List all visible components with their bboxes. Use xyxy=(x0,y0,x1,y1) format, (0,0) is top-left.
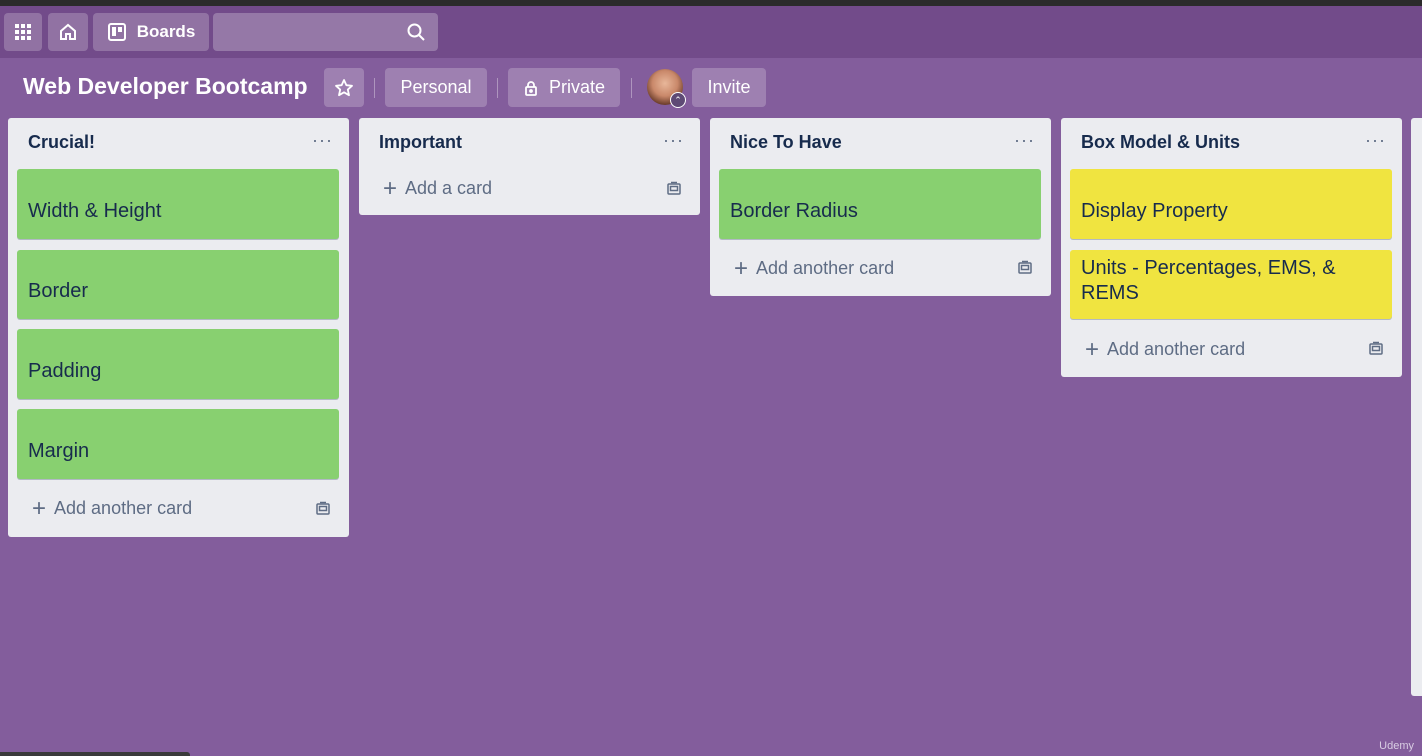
invite-button[interactable]: Invite xyxy=(692,68,766,107)
member-avatar[interactable]: ⌃ xyxy=(647,69,686,108)
add-card-label: Add another card xyxy=(1107,339,1246,359)
board-header: Web Developer Bootcamp Personal Private … xyxy=(0,58,1422,118)
top-navigation-bar: Boards xyxy=(0,6,1422,58)
card[interactable]: Units - Percentages, EMS, & REMS xyxy=(1070,250,1392,319)
card-title: Margin xyxy=(28,440,90,462)
card[interactable]: Padding xyxy=(17,329,339,399)
star-board-button[interactable] xyxy=(324,68,364,107)
invite-label: Invite xyxy=(707,77,751,97)
plus-icon: + xyxy=(734,254,749,282)
card-template-icon[interactable] xyxy=(1368,341,1384,357)
home-icon xyxy=(60,23,76,40)
list-title[interactable]: Nice To Have xyxy=(730,132,842,153)
team-visibility-label: Personal xyxy=(400,77,472,97)
add-card-button[interactable]: + Add a card xyxy=(383,174,493,202)
status-bar-strip xyxy=(0,752,190,756)
card-title: Border Radius xyxy=(730,200,858,222)
boards-button[interactable]: Boards xyxy=(93,13,209,51)
search-icon xyxy=(407,23,425,41)
privacy-button[interactable]: Private xyxy=(508,68,620,107)
list-menu-button[interactable]: ··· xyxy=(1014,130,1035,151)
plus-icon: + xyxy=(32,494,47,522)
list-title[interactable]: Crucial! xyxy=(28,132,95,153)
boards-icon xyxy=(107,23,126,41)
card-title: Width & Height xyxy=(28,200,162,222)
card-title: Display Property xyxy=(1081,200,1228,222)
header-divider xyxy=(497,78,498,98)
add-card-label: Add a card xyxy=(405,178,493,198)
card[interactable]: Border Radius xyxy=(719,169,1041,239)
apps-button[interactable] xyxy=(4,13,42,51)
card-template-icon[interactable] xyxy=(315,501,331,517)
header-divider xyxy=(631,78,632,98)
list-crucial: Crucial! ··· Width & Height Border Paddi… xyxy=(8,118,349,537)
list-title[interactable]: Important xyxy=(379,132,462,153)
list-title[interactable]: Box Model & Units xyxy=(1081,132,1240,153)
udemy-watermark: Udemy xyxy=(1379,740,1414,752)
boards-label: Boards xyxy=(136,22,196,41)
lock-icon xyxy=(525,80,537,96)
header-divider xyxy=(374,78,375,98)
star-icon xyxy=(335,78,353,96)
apps-grid-icon xyxy=(15,24,31,40)
card[interactable]: Border xyxy=(17,250,339,319)
card-title: Padding xyxy=(28,360,102,382)
card-template-icon[interactable] xyxy=(666,181,682,197)
card-template-icon[interactable] xyxy=(1017,260,1033,276)
card[interactable]: Margin xyxy=(17,409,339,479)
add-card-label: Add another card xyxy=(756,258,895,278)
list-nice-to-have: Nice To Have ··· Border Radius + Add ano… xyxy=(710,118,1051,296)
add-card-button[interactable]: + Add another card xyxy=(1085,335,1246,363)
list-important: Important ··· + Add a card xyxy=(359,118,700,215)
board-title[interactable]: Web Developer Bootcamp xyxy=(23,73,308,100)
list-menu-button[interactable]: ··· xyxy=(1365,130,1386,151)
home-button[interactable] xyxy=(48,13,88,51)
plus-icon: + xyxy=(1085,335,1100,363)
add-card-button[interactable]: + Add another card xyxy=(32,494,193,522)
next-list-partial xyxy=(1411,118,1422,696)
card-title: Border xyxy=(28,280,89,302)
admin-badge-icon: ⌃ xyxy=(670,92,686,108)
team-visibility-button[interactable]: Personal xyxy=(385,68,487,107)
list-menu-button[interactable]: ··· xyxy=(312,130,333,151)
search-input[interactable] xyxy=(213,13,438,51)
card[interactable]: Width & Height xyxy=(17,169,339,239)
card[interactable]: Display Property xyxy=(1070,169,1392,239)
list-menu-button[interactable]: ··· xyxy=(663,130,684,151)
list-box-model-units: Box Model & Units ··· Display Property U… xyxy=(1061,118,1402,377)
card-title: Units - Percentages, EMS, & REMS xyxy=(1081,257,1336,304)
privacy-label: Private xyxy=(548,77,606,97)
add-card-label: Add another card xyxy=(54,498,193,518)
add-card-button[interactable]: + Add another card xyxy=(734,254,895,282)
plus-icon: + xyxy=(383,174,398,202)
